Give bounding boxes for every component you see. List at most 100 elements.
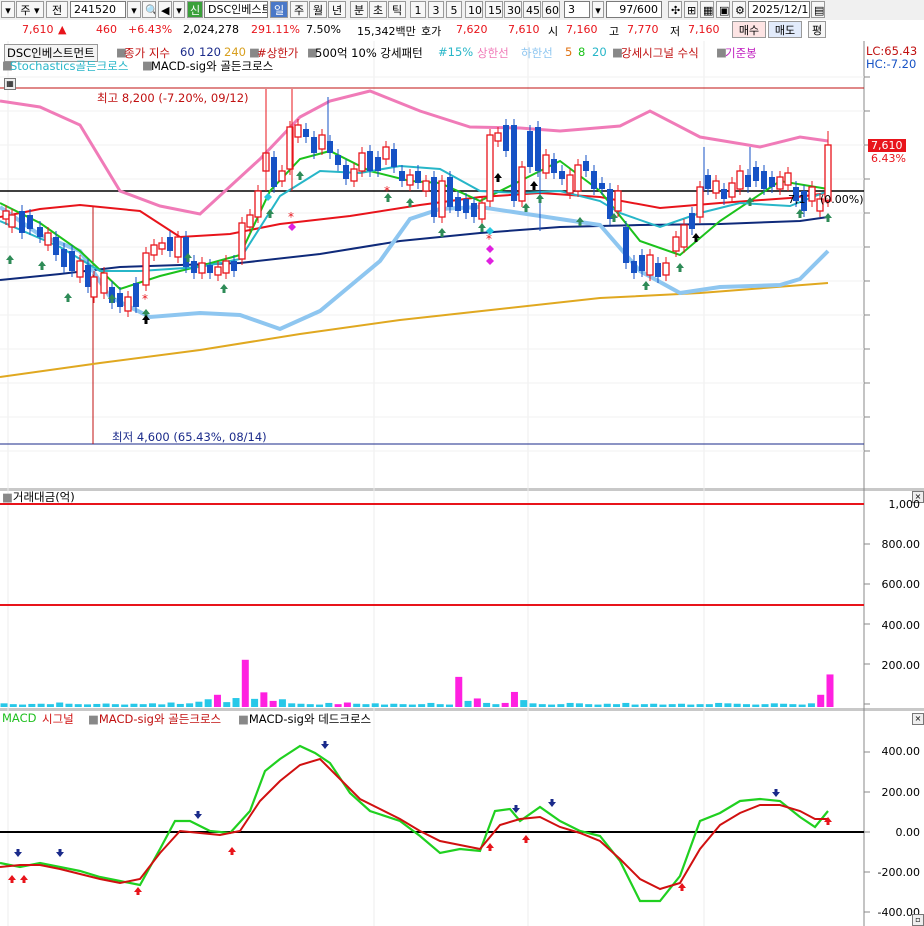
volume-bar [687,704,695,707]
macd-legend-golden[interactable]: ■MACD-sig와 골든크로스 [88,711,221,727]
signal-up-arrow-stem [66,298,70,302]
legend-ma60[interactable]: 60 [180,45,195,59]
volume-bar [668,704,676,707]
stock-name-field[interactable]: DSC인베스트 [204,1,268,18]
volume-bar [770,703,778,707]
volume-bar [455,676,463,707]
candle-down [231,261,237,271]
volume-bar [715,702,723,707]
legend-stochastics[interactable]: Stochastics골든크로스 [10,58,128,74]
code-dropdown-icon[interactable]: ▾ [127,1,141,18]
lc-value: LC:65.43 [866,44,918,58]
volume-bar [733,703,741,707]
period-month[interactable]: 월 [309,1,327,18]
volume-bar [139,704,147,707]
step-dropdown-icon[interactable]: ▾ [592,1,604,18]
legend-ma120[interactable]: 120 [199,45,221,59]
volume-bar [19,704,27,707]
volume-bar [176,703,184,707]
volume-bar [548,704,556,707]
step-10[interactable]: 10 [465,1,483,18]
period-second[interactable]: 초 [369,1,387,18]
candle-up [44,232,52,246]
macd-legend-macd[interactable]: MACD [2,711,36,725]
period-year[interactable]: 년 [328,1,346,18]
volume-bar [557,704,565,707]
legend-ma240[interactable]: 240 [224,45,246,59]
legend-pct15[interactable]: #15% [438,45,473,59]
period-minute[interactable]: 분 [350,1,368,18]
period-day[interactable]: 일 [270,1,288,18]
chart-grid-icon[interactable]: ▦ [4,78,16,90]
legend-pattern[interactable]: 500억 10% 강세패턴 [315,45,423,61]
candle-down [527,131,533,167]
volume-panel-title: ■거래대금(억) [2,489,75,505]
volume-bar [399,704,407,707]
legend-ma5[interactable]: 5 [565,45,572,59]
chart-canvas[interactable]: ***** [0,41,924,926]
gear-icon[interactable]: ⚙ [732,1,746,18]
step-value-select[interactable]: 3 [564,1,590,18]
volume-bar [46,704,54,707]
macd-legend-dead[interactable]: ■MACD-sig와 데드크로스 [238,711,371,727]
volume-bar [594,704,602,707]
period-week[interactable]: 주 [290,1,308,18]
average-button[interactable]: 평 [808,21,826,38]
legend-strong-signal[interactable]: 강세시그널 수식 [621,45,699,61]
volume-bar [167,702,175,707]
macd-axis-m200: -200.00 [877,866,920,879]
sell-button[interactable]: 매도 [768,21,802,38]
lock-icon[interactable]: ▦ [700,1,714,18]
market-type-select[interactable]: 주 ▾ [16,1,44,18]
buy-button[interactable]: 매수 [732,21,766,38]
calendar-icon[interactable]: ▤ [811,1,825,18]
speaker-icon[interactable]: ◀ [158,1,172,18]
candle-up [238,222,246,260]
volume-bar [492,704,500,707]
step-1[interactable]: 1 [410,1,426,18]
candle-down [207,265,213,273]
legend-macd-sig[interactable]: MACD-sig와 골든크로스 [151,58,273,74]
legend-base-line[interactable]: 기준봉 [725,45,757,61]
stock-code-input[interactable]: 241520 [70,1,126,18]
signal-up-arrow-stem [826,218,830,222]
menu-icon[interactable]: ▾ [1,1,15,18]
candle-up [174,236,182,258]
macd-legend-signal[interactable]: 시그널 [42,711,74,727]
legend-ma20[interactable]: 20 [592,45,607,59]
candle-up [696,186,704,218]
volume-bar [418,704,426,707]
chevron-down-icon[interactable]: ▾ [173,1,185,18]
favorite-badge[interactable]: 신 [187,1,203,18]
step-45[interactable]: 45 [523,1,541,18]
legend-ma8[interactable]: 8 [578,45,585,59]
search-icon[interactable]: 🔍 [142,1,156,18]
prev-view-button[interactable]: 전 [46,1,68,18]
legend-lower-line[interactable]: 하한선 [521,45,553,61]
count-field[interactable]: 97/600 [606,1,662,18]
crosshair-icon[interactable]: ✣ [668,1,682,18]
macd-golden-arrow-stem [826,822,830,825]
macd-axis-0: 0.00 [895,826,921,839]
date-field[interactable]: 2025/12/19 [748,1,810,18]
step-3[interactable]: 3 [428,1,444,18]
volume-title-text: 거래대금(억) [12,490,75,504]
save-icon[interactable]: ▣ [716,1,730,18]
step-30[interactable]: 30 [504,1,522,18]
high-label: 고 [609,25,620,38]
step-15[interactable]: 15 [485,1,503,18]
step-60[interactable]: 60 [542,1,560,18]
legend-upper-line[interactable]: 상한선 [477,45,509,61]
step-5[interactable]: 5 [446,1,462,18]
volume-bar [742,704,750,707]
macd-panel-close-icon[interactable]: × [912,713,924,725]
candle-down [27,215,33,229]
signal-up-arrow-stem [222,289,226,293]
candle-up [294,124,302,138]
ruler-icon[interactable]: ⊞ [684,1,698,18]
signal-up-arrow-stem [798,214,802,218]
candle-down [511,125,517,201]
period-tick[interactable]: 틱 [388,1,406,18]
macd-panel-scroll-icon[interactable]: ▫ [912,914,924,926]
volume-bar [445,704,453,707]
